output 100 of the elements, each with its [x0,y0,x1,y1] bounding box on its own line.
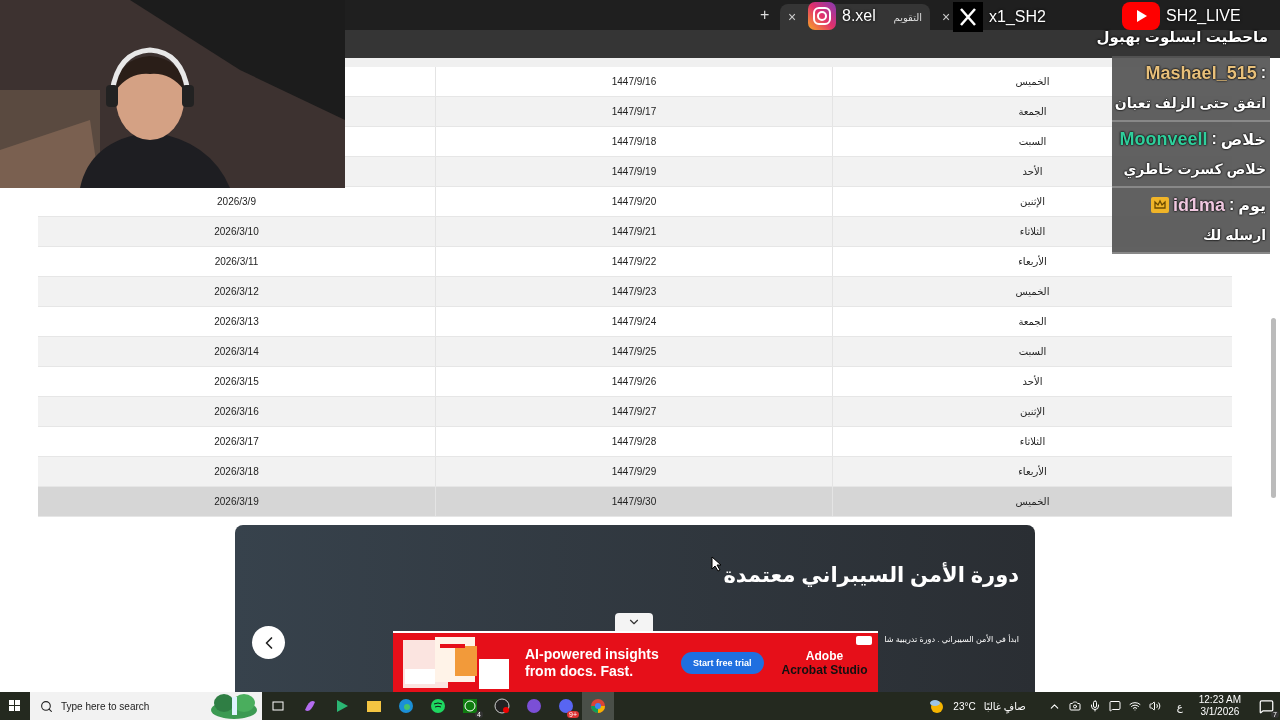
weekday-name: الأربعاء [1018,466,1047,477]
waterfall-drawing [210,693,258,719]
close-icon[interactable]: × [788,9,797,25]
taskview-icon [271,699,285,713]
ad-product: Acrobat Studio [781,662,868,677]
wave-circle-icon [398,698,414,714]
search-placeholder: Type here to search [61,700,150,712]
folder-icon [366,699,382,713]
play-triangle-icon [334,698,350,714]
hijri-date: 1447/9/16 [611,76,657,87]
hijri-date: 1447/9/20 [611,196,657,207]
gregorian-date: 2026/3/16 [214,406,259,417]
hijri-date: 1447/9/30 [611,496,657,507]
banner-subtitle: ابدأ في الأمن السيبراني . دورة تدريبية شا [884,635,1019,644]
gregorian-date: 2026/3/12 [214,286,259,297]
ad-brand: Adobe [805,648,844,663]
chat-text: خلاص كسرت خاطري [1123,161,1266,177]
hijri-date: 1447/9/24 [611,316,657,327]
banner-title: دورة الأمن السيبراني معتمدة [723,563,1019,587]
chat-message: ماحطيت ابسلوت بهبول [1096,27,1268,47]
weekday-name: الخميس [1015,286,1050,297]
weekday-name: الأحد [1022,166,1043,177]
weekday-name: الجمعة [1018,106,1047,117]
previous-button[interactable] [252,626,285,659]
hijri-date: 1447/9/19 [611,166,657,177]
x-logo-icon [953,2,983,32]
weekday-name: الثلاثاء [1019,436,1046,447]
start-trial-button[interactable]: Start free trial [681,651,764,674]
search-field[interactable]: Type here to search [30,692,262,720]
camera-icon [808,2,836,30]
hijri-date: 1447/9/22 [611,256,657,267]
weekday-name: الثلاثاء [1019,226,1046,237]
weather-condition[interactable]: صافٍ غالبًا [983,700,1026,712]
chat-text: ارسله لك [1203,227,1266,243]
chat-text: اتفق حتى الزلف تعبان [1114,95,1266,111]
weekday-name: الخميس [1015,76,1050,87]
gregorian-date: 2026/3/19 [214,496,259,507]
notifications-icon[interactable] [1259,698,1274,714]
ad-info-icon[interactable] [856,636,872,645]
tab-title: التقويم [893,11,922,23]
mouse-cursor-icon [711,556,723,572]
ad-headline: AI-powered insights from docs. Fast. [525,645,660,680]
gregorian-date: 2026/3/9 [217,196,256,207]
weekday-name: الإثنين [1020,406,1045,417]
swirl-icon [302,698,318,714]
microphone-icon[interactable] [1088,700,1101,712]
weekday-name: السبت [1018,136,1047,147]
gregorian-date: 2026/3/15 [214,376,259,387]
hijri-date: 1447/9/29 [611,466,657,477]
color-wheel-icon [590,698,606,714]
gregorian-date: 2026/3/10 [214,226,259,237]
circle-waves-icon [430,698,446,714]
chat-text: يوم [1238,195,1266,215]
hijri-date: 1447/9/26 [611,376,657,387]
weekday-name: الجمعة [1018,316,1047,327]
search-icon [40,699,53,713]
weather-temperature[interactable]: 23°C [953,700,976,712]
chat-username: Mashael_515 [1145,62,1257,84]
hijri-date: 1447/9/25 [611,346,657,357]
gregorian-date: 2026/3/18 [214,466,259,477]
social-handle: SH2_LIVE [1166,7,1241,25]
language-indicator[interactable]: ع [1176,700,1183,712]
clock-time[interactable]: 12:23 AM [1198,694,1241,706]
weekday-name: الإثنين [1020,196,1045,207]
hijri-date: 1447/9/17 [611,106,657,117]
close-icon[interactable]: × [942,9,951,25]
sphere-icon [462,698,478,714]
camera-icon[interactable] [1068,700,1081,712]
clock-date[interactable]: 3/1/2026 [1200,706,1240,718]
gregorian-date: 2026/3/11 [214,256,259,267]
chat-username: id1ma [1172,194,1225,216]
ring-icon [494,698,510,714]
collapse-ad-button[interactable] [615,613,653,631]
chat-text: خلاص [1220,129,1266,149]
ad-banner[interactable]: AI-powered insights from docs. Fast. Start free trial Adobe Acrobat Studio [393,631,878,692]
weekday-name: السبت [1018,346,1047,357]
weekday-name: الأحد [1022,376,1043,387]
taskbar-app-button[interactable] [582,692,614,720]
social-handle: 8.xel [842,7,876,25]
gregorian-date: 2026/3/13 [214,316,259,327]
windows-logo-icon [9,700,21,712]
chat-separator: : [1260,64,1266,82]
moon-cloud-icon [929,698,946,714]
chat-username: Moonveell [1119,128,1208,150]
social-handle: x1_SH2 [989,8,1046,26]
hijri-date: 1447/9/23 [611,286,657,297]
network-icon[interactable] [1128,700,1141,712]
hijri-date: 1447/9/27 [611,406,657,417]
volume-icon[interactable] [1148,700,1161,712]
chat-separator: : [1211,130,1217,148]
weekday-name: الأربعاء [1018,256,1047,267]
hijri-date: 1447/9/28 [611,436,657,447]
hijri-date: 1447/9/21 [611,226,657,237]
gregorian-date: 2026/3/14 [214,346,259,357]
play-button-icon [1122,2,1160,30]
gregorian-date: 2026/3/17 [214,436,259,447]
chat-separator: : [1228,196,1235,214]
new-tab-button[interactable]: + [760,6,776,24]
weekday-name: الخميس [1015,496,1050,507]
hijri-date: 1447/9/18 [611,136,657,147]
